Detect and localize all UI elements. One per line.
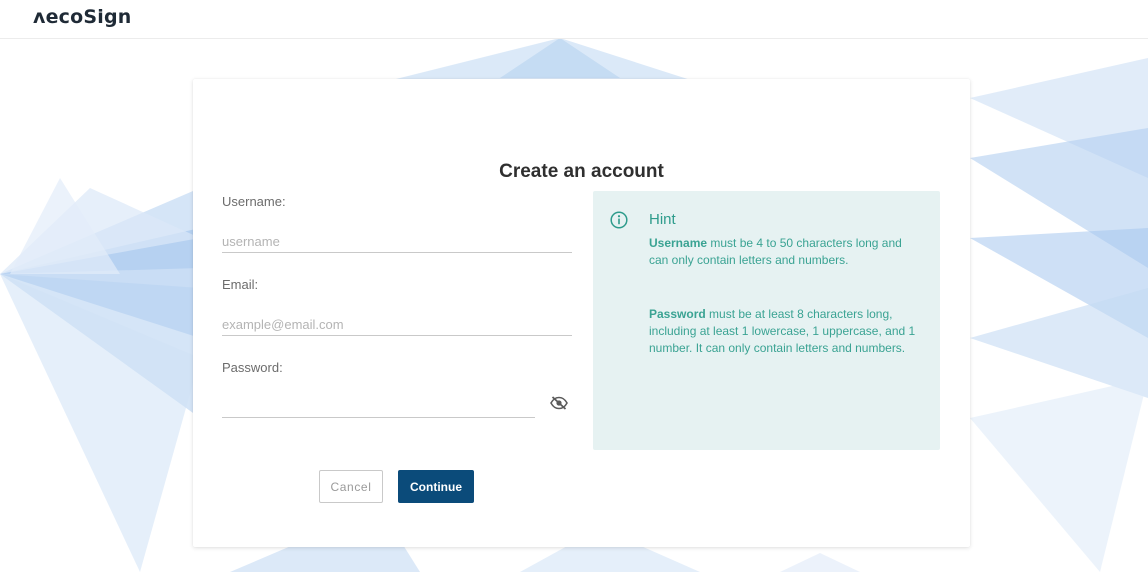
email-input[interactable]	[222, 313, 572, 336]
create-account-card: Create an account Username: Email: Passw…	[193, 79, 970, 547]
hint-username-term: Username	[649, 236, 708, 250]
app-logo[interactable]: ʌecoSign	[33, 6, 132, 28]
email-label: Email:	[222, 277, 259, 292]
info-circle-icon	[610, 211, 628, 229]
password-label: Password:	[222, 360, 283, 375]
password-input[interactable]	[222, 395, 535, 418]
page-title: Create an account	[499, 161, 664, 182]
hint-password-term: Password	[649, 307, 706, 321]
hint-title: Hint	[649, 211, 676, 228]
continue-button[interactable]: Continue	[398, 470, 474, 503]
hint-panel: Hint Username must be 4 to 50 characters…	[593, 191, 940, 450]
eye-off-icon[interactable]	[550, 396, 568, 410]
hint-password-rule: Password must be at least 8 characters l…	[649, 306, 919, 357]
hint-username-rule: Username must be 4 to 50 characters long…	[649, 235, 919, 269]
username-input[interactable]	[222, 230, 572, 253]
cancel-button[interactable]: Cancel	[319, 470, 383, 503]
top-bar: ʌecoSign	[0, 0, 1148, 39]
username-label: Username:	[222, 194, 286, 209]
